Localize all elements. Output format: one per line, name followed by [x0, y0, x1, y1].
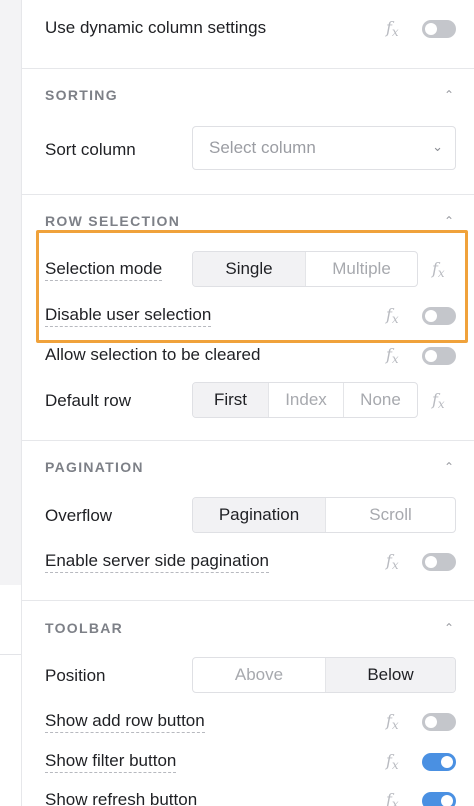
chevron-up-icon[interactable]: ⌃ — [444, 460, 454, 474]
show-filter-label: Show filter button — [45, 751, 177, 773]
chevron-up-icon[interactable]: ⌃ — [444, 88, 454, 102]
disable-user-selection-label: Disable user selection — [45, 305, 212, 327]
left-sidebar-background — [0, 0, 21, 585]
selection-mode-single[interactable]: Single — [193, 252, 305, 286]
default-row-label: Default row — [45, 391, 131, 410]
default-row-none[interactable]: None — [343, 383, 417, 417]
fx-icon[interactable]: fx — [386, 305, 399, 326]
section-divider — [22, 600, 474, 601]
default-row-segmented: First Index None — [192, 382, 418, 418]
overflow-segmented: Pagination Scroll — [192, 497, 456, 533]
dynamic-settings-label: Use dynamic column settings — [45, 18, 267, 37]
show-add-row-toggle[interactable] — [422, 713, 456, 731]
fx-icon[interactable]: fx — [386, 345, 399, 366]
sort-column-placeholder: Select column — [209, 138, 316, 157]
server-side-pagination-toggle[interactable] — [422, 553, 456, 571]
section-divider — [22, 440, 474, 441]
server-side-pagination-label: Enable server side pagination — [45, 551, 269, 573]
property-panel: Use dynamic column settings fx SORTING ⌃… — [22, 0, 474, 806]
show-refresh-toggle[interactable] — [422, 792, 456, 806]
fx-icon[interactable]: fx — [386, 711, 399, 732]
chevron-down-icon: ⌄ — [432, 139, 443, 154]
fx-icon[interactable]: fx — [432, 390, 445, 411]
chevron-up-icon[interactable]: ⌃ — [444, 214, 454, 228]
position-label: Position — [45, 666, 106, 685]
overflow-scroll[interactable]: Scroll — [325, 498, 455, 532]
selection-mode-segmented: Single Multiple — [192, 251, 418, 287]
section-divider — [22, 194, 474, 195]
show-add-row-label: Show add row button — [45, 711, 205, 733]
fx-icon[interactable]: fx — [386, 18, 399, 39]
position-above[interactable]: Above — [193, 658, 325, 692]
toolbar-section-title: TOOLBAR — [45, 620, 124, 636]
position-segmented: Above Below — [192, 657, 456, 693]
sort-column-label: Sort column — [45, 140, 136, 159]
fx-icon[interactable]: fx — [386, 790, 399, 806]
default-row-first[interactable]: First — [193, 383, 268, 417]
pagination-section-title: PAGINATION — [45, 459, 144, 475]
sort-column-select[interactable]: Select column ⌄ — [192, 126, 456, 170]
allow-selection-cleared-label: Allow selection to be cleared — [45, 345, 261, 364]
left-sidebar-divider — [0, 654, 21, 655]
default-row-index[interactable]: Index — [268, 383, 343, 417]
allow-selection-cleared-toggle[interactable] — [422, 347, 456, 365]
fx-icon[interactable]: fx — [432, 259, 445, 280]
dynamic-settings-toggle[interactable] — [422, 20, 456, 38]
show-refresh-label: Show refresh button — [45, 790, 197, 806]
left-sidebar-strip — [0, 0, 22, 806]
chevron-up-icon[interactable]: ⌃ — [444, 621, 454, 635]
selection-mode-multiple[interactable]: Multiple — [305, 252, 417, 286]
fx-icon[interactable]: fx — [386, 751, 399, 772]
overflow-label: Overflow — [45, 506, 113, 525]
overflow-pagination[interactable]: Pagination — [193, 498, 325, 532]
fx-icon[interactable]: fx — [386, 551, 399, 572]
selection-mode-label: Selection mode — [45, 259, 163, 281]
show-filter-toggle[interactable] — [422, 753, 456, 771]
position-below[interactable]: Below — [325, 658, 455, 692]
row-selection-section-title: ROW SELECTION — [45, 213, 181, 229]
sorting-section-title: SORTING — [45, 87, 118, 103]
disable-user-selection-toggle[interactable] — [422, 307, 456, 325]
section-divider — [22, 68, 474, 69]
